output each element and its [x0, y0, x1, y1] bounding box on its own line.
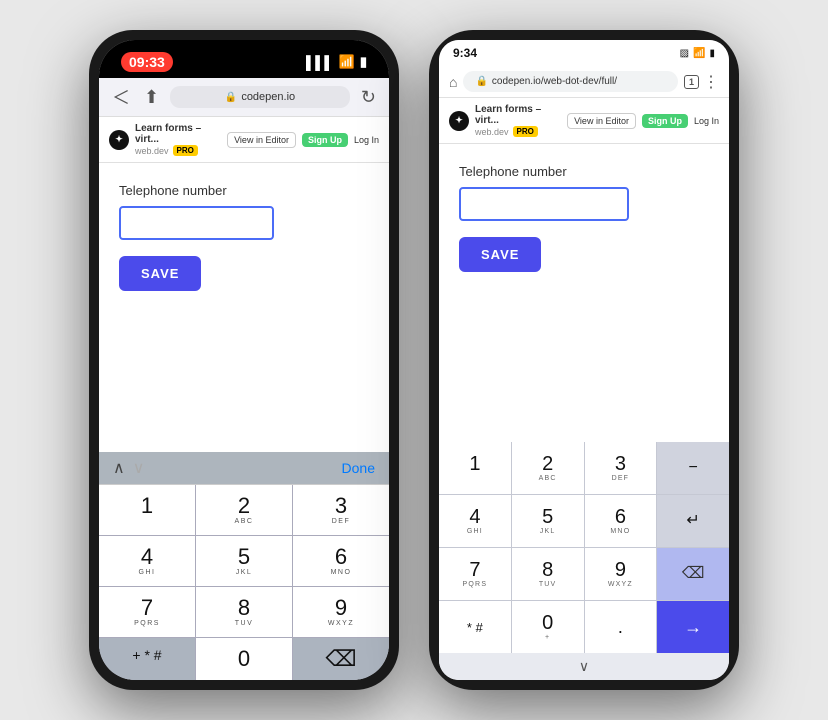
next-field-button[interactable]: ∨: [133, 458, 145, 478]
android-key-7[interactable]: 7PQRS: [439, 548, 511, 600]
android-time: 9:34: [453, 46, 477, 60]
lock-icon: 🔒: [225, 92, 237, 103]
chrome-home-button[interactable]: ⌂: [449, 74, 457, 90]
chrome-lock-icon: 🔒: [475, 76, 487, 87]
key-5[interactable]: 5JKL: [196, 536, 292, 586]
battery-icon: ▮: [360, 54, 367, 70]
nav-arrows: ∧ ∨: [113, 458, 144, 478]
key-symbols[interactable]: + * #: [99, 638, 195, 680]
android-key-3[interactable]: 3DEF: [585, 442, 657, 494]
iphone-status-icons: ▌▌▌ 📶 ▮: [306, 54, 367, 70]
safari-url-bar[interactable]: 🔒 codepen.io: [170, 86, 350, 108]
android-battery-icon: ▮: [709, 48, 715, 59]
android-cp-domain: web.dev: [475, 127, 509, 137]
android-key-symbols[interactable]: * #: [439, 601, 511, 653]
safari-bar: ＜ ⬆ 🔒 codepen.io ↻: [99, 78, 389, 117]
chrome-url-text: codepen.io/web-dot-dev/full/: [492, 76, 617, 87]
telephone-input[interactable]: [119, 206, 274, 240]
android-cp-info: Learn forms – virt... web.dev PRO: [475, 104, 561, 137]
keyboard-toolbar: ∧ ∨ Done: [99, 452, 389, 485]
sim-icon: ▨: [680, 48, 689, 59]
key-2[interactable]: 2ABC: [196, 485, 292, 535]
android-key-8[interactable]: 8TUV: [512, 548, 584, 600]
codepen-logo: ✦: [109, 130, 129, 150]
iphone-status-bar: 09:33 ▌▌▌ 📶 ▮: [99, 40, 389, 78]
key-9[interactable]: 9WXYZ: [293, 587, 389, 637]
login-button[interactable]: Log In: [354, 135, 379, 145]
android-codepen-toolbar: ✦ Learn forms – virt... web.dev PRO View…: [439, 98, 729, 144]
android-cp-pro-badge: PRO: [513, 126, 538, 137]
iphone-device: 09:33 ▌▌▌ 📶 ▮ ＜ ⬆ 🔒 codepen.io ↻ ✦ Learn…: [89, 30, 399, 690]
key-1[interactable]: 1: [99, 485, 195, 535]
iphone-screen: 09:33 ▌▌▌ 📶 ▮ ＜ ⬆ 🔒 codepen.io ↻ ✦ Learn…: [99, 40, 389, 680]
codepen-toolbar: ✦ Learn forms – virt... web.dev PRO View…: [99, 117, 389, 163]
android-key-go[interactable]: →: [657, 601, 729, 653]
safari-share-button[interactable]: ⬆: [141, 87, 162, 108]
key-3[interactable]: 3DEF: [293, 485, 389, 535]
android-telephone-label: Telephone number: [459, 164, 709, 179]
chrome-bar: ⌂ 🔒 codepen.io/web-dot-dev/full/ 1 ⋮: [439, 66, 729, 98]
android-device: 9:34 ▨ 📶 ▮ ⌂ 🔒 codepen.io/web-dot-dev/fu…: [429, 30, 739, 690]
android-key-backspace[interactable]: ⌫: [657, 548, 729, 600]
android-key-9[interactable]: 9WXYZ: [585, 548, 657, 600]
android-keyboard-chevron[interactable]: ∨: [439, 653, 729, 680]
chrome-actions: 1 ⋮: [684, 72, 719, 92]
safari-reload-button[interactable]: ↻: [358, 87, 379, 108]
iphone-time: 09:33: [121, 52, 173, 72]
android-wifi-icon: 📶: [693, 48, 705, 59]
android-numpad: 1 2ABC 3DEF − 4GHI 5JKL: [439, 442, 729, 653]
cp-domain-row: web.dev PRO: [135, 145, 221, 156]
android-key-2[interactable]: 2ABC: [512, 442, 584, 494]
key-6[interactable]: 6MNO: [293, 536, 389, 586]
android-key-minus[interactable]: −: [657, 442, 729, 494]
cp-domain: web.dev: [135, 146, 169, 156]
key-4[interactable]: 4GHI: [99, 536, 195, 586]
key-7[interactable]: 7PQRS: [99, 587, 195, 637]
safari-back-button[interactable]: ＜: [109, 84, 133, 110]
android-view-in-editor-button[interactable]: View in Editor: [567, 113, 636, 129]
telephone-label: Telephone number: [119, 183, 369, 198]
done-button[interactable]: Done: [342, 460, 375, 476]
android-key-4[interactable]: 4GHI: [439, 495, 511, 547]
android-key-6[interactable]: 6MNO: [585, 495, 657, 547]
android-key-5[interactable]: 5JKL: [512, 495, 584, 547]
android-page-content: Telephone number SAVE: [439, 144, 729, 442]
key-0[interactable]: 0: [196, 638, 292, 680]
cp-info: Learn forms – virt... web.dev PRO: [135, 123, 221, 156]
android-cp-title: Learn forms – virt...: [475, 104, 561, 126]
chrome-tab-count[interactable]: 1: [684, 75, 699, 89]
chrome-menu-icon[interactable]: ⋮: [703, 72, 719, 92]
android-key-1[interactable]: 1: [439, 442, 511, 494]
android-key-0[interactable]: 0+: [512, 601, 584, 653]
wifi-icon: 📶: [339, 54, 355, 70]
cp-title: Learn forms – virt...: [135, 123, 221, 145]
signup-button[interactable]: Sign Up: [302, 133, 348, 147]
android-cp-logo: ✦: [449, 111, 469, 131]
signal-icon: ▌▌▌: [306, 55, 334, 70]
cp-pro-badge: PRO: [173, 145, 198, 156]
iphone-numpad: 1 2ABC 3DEF 4GHI 5JKL 6MNO 7PQRS 8TUV 9W…: [99, 485, 389, 680]
key-8[interactable]: 8TUV: [196, 587, 292, 637]
android-cp-domain-row: web.dev PRO: [475, 126, 561, 137]
android-status-icons: ▨ 📶 ▮: [680, 48, 715, 59]
safari-url-text: codepen.io: [241, 91, 295, 103]
android-key-enter[interactable]: ↵: [657, 495, 729, 547]
android-screen: 9:34 ▨ 📶 ▮ ⌂ 🔒 codepen.io/web-dot-dev/fu…: [439, 40, 729, 680]
android-keyboard: 1 2ABC 3DEF − 4GHI 5JKL: [439, 442, 729, 680]
page-content: Telephone number SAVE: [99, 163, 389, 452]
save-button[interactable]: SAVE: [119, 256, 201, 291]
android-login-button[interactable]: Log In: [694, 116, 719, 126]
android-key-dot[interactable]: .: [585, 601, 657, 653]
android-save-button[interactable]: SAVE: [459, 237, 541, 272]
prev-field-button[interactable]: ∧: [113, 458, 125, 478]
view-in-editor-button[interactable]: View in Editor: [227, 132, 296, 148]
android-status-bar: 9:34 ▨ 📶 ▮: [439, 40, 729, 66]
key-backspace[interactable]: ⌫: [293, 638, 389, 680]
android-signup-button[interactable]: Sign Up: [642, 114, 688, 128]
chrome-url-bar[interactable]: 🔒 codepen.io/web-dot-dev/full/: [463, 71, 678, 92]
android-telephone-input[interactable]: [459, 187, 629, 221]
